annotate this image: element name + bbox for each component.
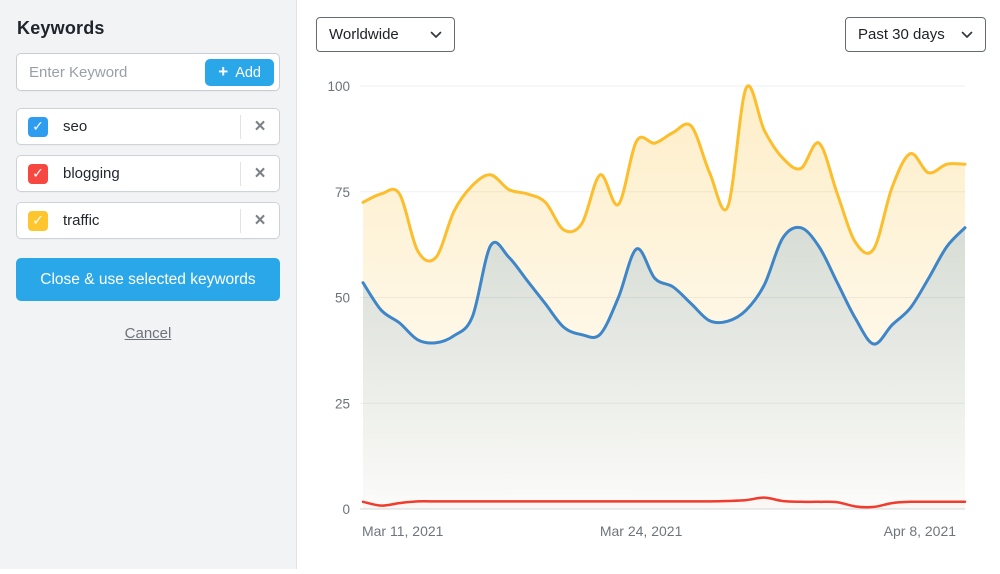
time-range-select-value: Past 30 days (858, 26, 945, 43)
chevron-down-icon (961, 31, 973, 39)
y-tick-label: 0 (342, 502, 350, 517)
keyword-row: ✓ blogging× (16, 155, 280, 192)
y-tick-label: 100 (327, 79, 350, 94)
time-range-select[interactable]: Past 30 days (845, 17, 986, 52)
cancel-link[interactable]: Cancel (118, 325, 178, 342)
remove-keyword-button[interactable]: × (241, 109, 279, 144)
chevron-down-icon (430, 31, 442, 39)
x-tick-label: Mar 24, 2021 (600, 523, 683, 539)
x-tick-label: Mar 11, 2021 (362, 523, 444, 539)
add-button-label: Add (235, 65, 261, 81)
keyword-label: traffic (63, 212, 240, 229)
keyword-label: seo (63, 118, 240, 135)
region-select[interactable]: Worldwide (316, 17, 455, 52)
panel-title: Keywords (17, 18, 280, 39)
apply-keywords-button[interactable]: Close & use selected keywords (16, 258, 280, 301)
trend-chart-canvas: 0 25 50 75 100 Mar 11, 2021 Mar 24, 2021 Apr 8,… (297, 0, 1000, 569)
y-tick-label: 25 (335, 396, 350, 411)
chart-panel: 0 25 50 75 100 Mar 11, 2021 Mar 24, 2021 Apr 8,… (297, 0, 1000, 569)
add-keyword-button[interactable]: + Add (205, 59, 274, 86)
keyword-row: ✓ seo× (16, 108, 280, 145)
keyword-row: ✓ traffic× (16, 202, 280, 239)
keyword-input-box: + Add (16, 53, 280, 91)
x-tick-label: Apr 8, 2021 (884, 523, 957, 539)
keyword-checkbox-seo[interactable]: ✓ (28, 117, 48, 137)
keyword-checkbox-traffic[interactable]: ✓ (28, 211, 48, 231)
remove-keyword-button[interactable]: × (241, 203, 279, 238)
keyword-list: ✓seo×✓blogging×✓traffic× (16, 108, 280, 239)
y-tick-label: 50 (335, 291, 350, 306)
y-tick-label: 75 (335, 185, 350, 200)
region-select-value: Worldwide (329, 26, 399, 43)
keyword-checkbox-blogging[interactable]: ✓ (28, 164, 48, 184)
plus-icon: + (218, 63, 228, 80)
trend-chart: 0 25 50 75 100 Mar 11, 2021 Mar 24, 2021 Apr 8,… (297, 0, 1000, 569)
remove-keyword-button[interactable]: × (241, 156, 279, 191)
keywords-panel: Keywords + Add ✓seo×✓blogging×✓traffic× … (0, 0, 297, 569)
keyword-label: blogging (63, 165, 240, 182)
